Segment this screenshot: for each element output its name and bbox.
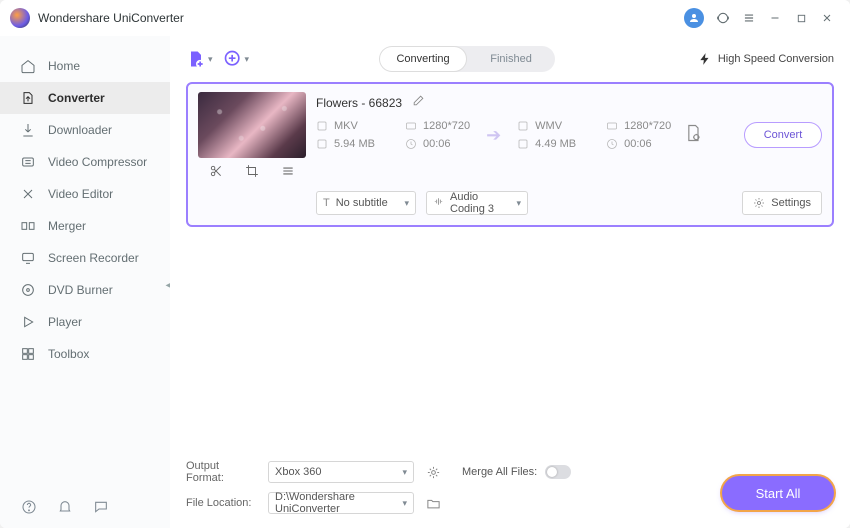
file-location-label: File Location: bbox=[186, 497, 258, 509]
settings-button[interactable]: Settings bbox=[742, 191, 822, 215]
app-title: Wondershare UniConverter bbox=[38, 11, 184, 25]
sidebar-item-downloader[interactable]: Downloader bbox=[0, 114, 170, 146]
downloader-icon bbox=[20, 122, 36, 138]
merge-toggle[interactable] bbox=[545, 465, 571, 479]
chevron-down-icon: ▾ bbox=[208, 54, 213, 65]
audio-icon bbox=[433, 196, 444, 210]
player-icon bbox=[20, 314, 36, 330]
burner-icon bbox=[20, 282, 36, 298]
sidebar-item-editor[interactable]: Video Editor bbox=[0, 178, 170, 210]
sidebar-item-label: Video Compressor bbox=[48, 155, 147, 169]
high-speed-label: High Speed Conversion bbox=[718, 53, 834, 65]
sidebar-item-label: Converter bbox=[48, 91, 105, 105]
tab-group: Converting Finished bbox=[379, 46, 555, 72]
recorder-icon bbox=[20, 250, 36, 266]
file-card: Flowers - 66823 MKV 1280*720 5.94 MB 00:… bbox=[186, 82, 834, 227]
start-all-button[interactable]: Start All bbox=[722, 476, 834, 510]
sidebar-item-recorder[interactable]: Screen Recorder bbox=[0, 242, 170, 274]
merge-label: Merge All Files: bbox=[462, 466, 537, 478]
app-logo bbox=[10, 8, 30, 28]
sidebar-item-label: DVD Burner bbox=[48, 283, 113, 297]
arrow-right-icon: ➔ bbox=[486, 125, 501, 146]
editor-icon bbox=[20, 186, 36, 202]
maximize-button[interactable] bbox=[788, 5, 814, 31]
crop-icon[interactable] bbox=[240, 164, 264, 181]
sidebar-item-label: Toolbox bbox=[48, 347, 89, 361]
help-icon[interactable] bbox=[20, 498, 38, 516]
sidebar-item-label: Merger bbox=[48, 219, 86, 233]
file-name: Flowers - 66823 bbox=[316, 96, 402, 110]
account-avatar[interactable] bbox=[684, 8, 704, 28]
sidebar-item-converter[interactable]: Converter bbox=[0, 82, 170, 114]
sidebar-item-toolbox[interactable]: Toolbox bbox=[0, 338, 170, 370]
feedback-icon[interactable] bbox=[92, 498, 110, 516]
minimize-button[interactable] bbox=[762, 5, 788, 31]
high-speed-toggle[interactable]: High Speed Conversion bbox=[698, 52, 834, 66]
open-folder-icon[interactable] bbox=[424, 494, 442, 512]
chevron-down-icon: ▾ bbox=[245, 54, 250, 65]
convert-button[interactable]: Convert bbox=[744, 122, 822, 148]
notification-icon[interactable] bbox=[56, 498, 74, 516]
subtitle-icon: T bbox=[323, 197, 330, 209]
output-settings-icon[interactable] bbox=[683, 123, 703, 148]
rename-icon[interactable] bbox=[412, 94, 425, 112]
output-format-label: Output Format: bbox=[186, 460, 258, 484]
merger-icon bbox=[20, 218, 36, 234]
home-icon bbox=[20, 58, 36, 74]
support-icon[interactable] bbox=[710, 5, 736, 31]
toolbox-icon bbox=[20, 346, 36, 362]
close-button[interactable] bbox=[814, 5, 840, 31]
subtitle-dropdown[interactable]: T No subtitle ▾ bbox=[316, 191, 416, 215]
video-thumbnail[interactable] bbox=[198, 92, 306, 158]
menu-icon[interactable] bbox=[736, 5, 762, 31]
sidebar-item-label: Video Editor bbox=[48, 187, 113, 201]
sidebar-item-home[interactable]: Home bbox=[0, 50, 170, 82]
sidebar-item-label: Player bbox=[48, 315, 82, 329]
sidebar-item-label: Screen Recorder bbox=[48, 251, 139, 265]
format-settings-icon[interactable] bbox=[424, 463, 442, 481]
sidebar-item-merger[interactable]: Merger bbox=[0, 210, 170, 242]
sidebar-item-burner[interactable]: DVD Burner bbox=[0, 274, 170, 306]
source-meta: MKV 1280*720 5.94 MB 00:06 bbox=[316, 120, 470, 150]
trim-icon[interactable] bbox=[204, 164, 228, 181]
file-location-dropdown[interactable]: D:\Wondershare UniConverter▾ bbox=[268, 492, 414, 514]
target-meta: WMV 1280*720 4.49 MB 00:06 bbox=[517, 120, 671, 150]
tab-finished[interactable]: Finished bbox=[467, 46, 555, 72]
converter-icon bbox=[20, 90, 36, 106]
output-format-dropdown[interactable]: Xbox 360▾ bbox=[268, 461, 414, 483]
audio-dropdown[interactable]: Audio Coding 3 ▾ bbox=[426, 191, 528, 215]
sidebar-item-player[interactable]: Player bbox=[0, 306, 170, 338]
tab-converting[interactable]: Converting bbox=[379, 46, 467, 72]
sidebar-item-label: Downloader bbox=[48, 123, 112, 137]
add-folder-button[interactable]: ▾ bbox=[223, 49, 250, 69]
sidebar-item-compressor[interactable]: Video Compressor bbox=[0, 146, 170, 178]
effects-icon[interactable] bbox=[276, 164, 300, 181]
sidebar-item-label: Home bbox=[48, 59, 80, 73]
add-file-button[interactable]: ▾ bbox=[186, 49, 213, 69]
compressor-icon bbox=[20, 154, 36, 170]
